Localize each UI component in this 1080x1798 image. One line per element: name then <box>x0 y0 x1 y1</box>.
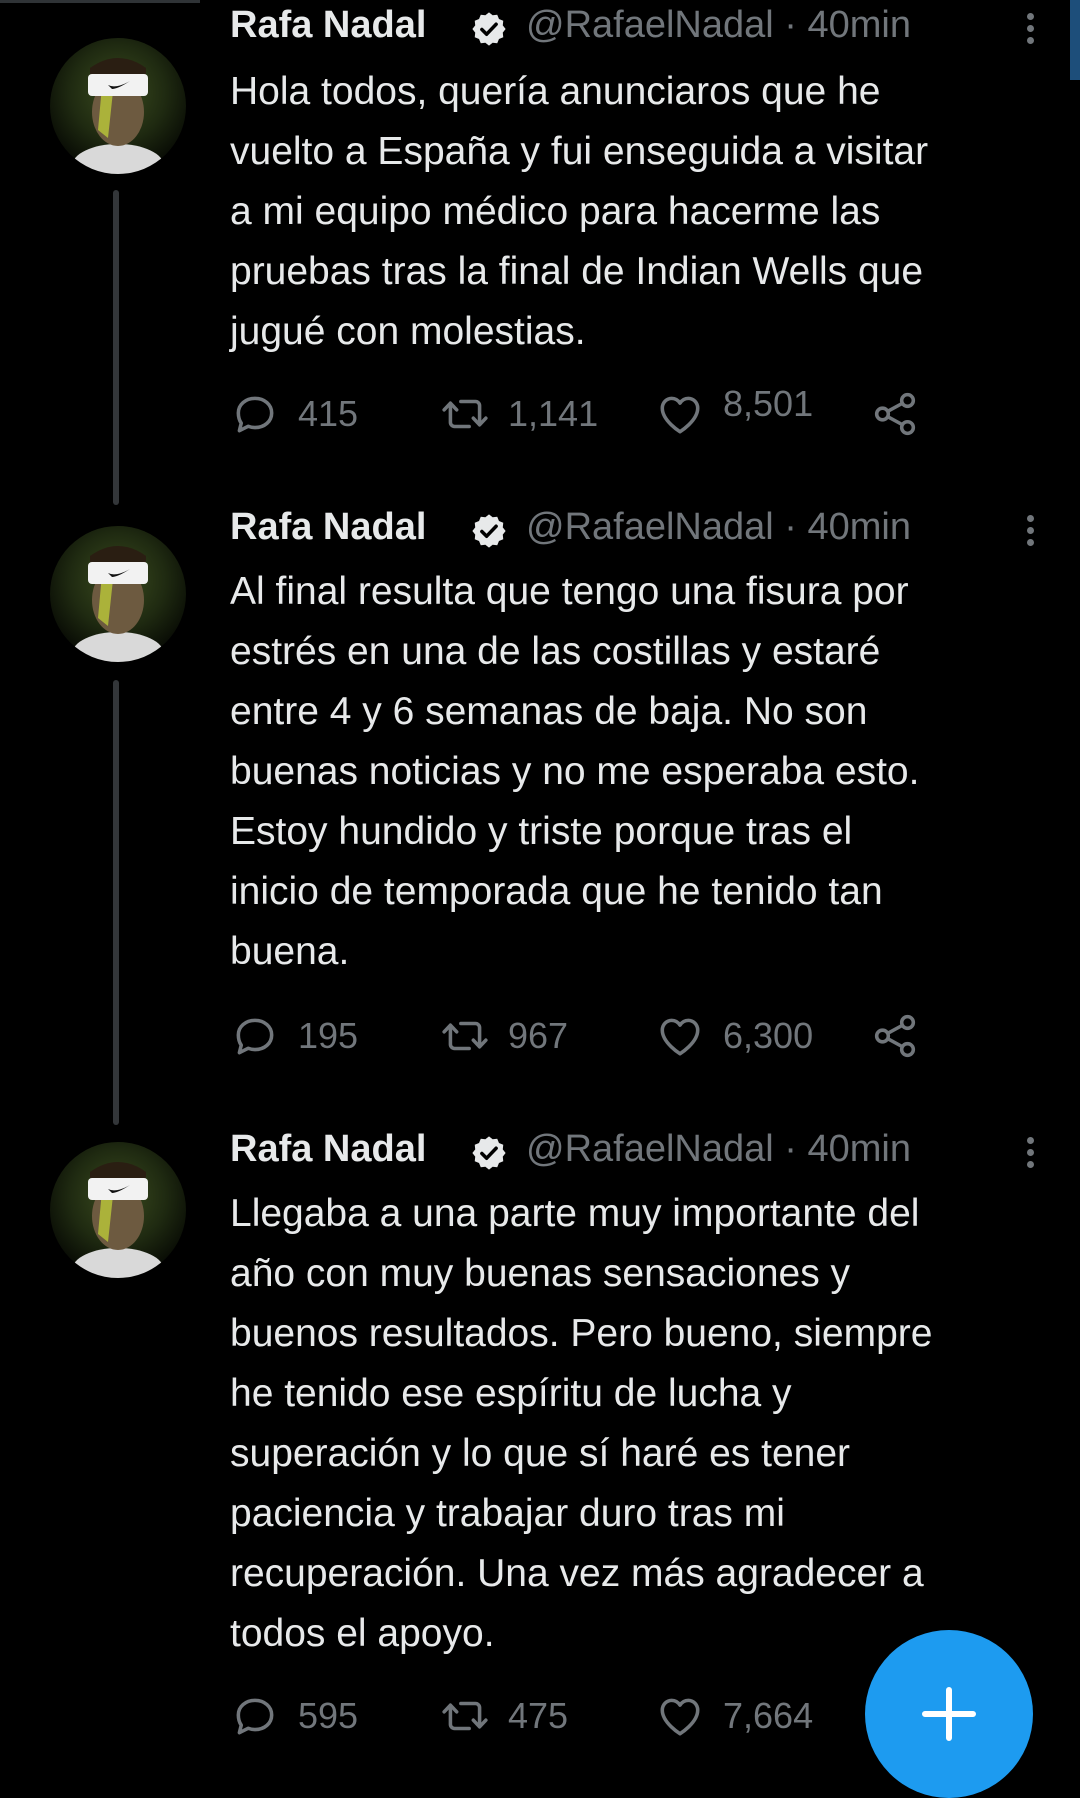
reply-icon <box>230 1691 280 1741</box>
verified-badge-icon <box>470 512 508 550</box>
author-handle-time[interactable]: @RafaelNadal · 40min <box>526 506 911 549</box>
reply-button[interactable]: 595 <box>230 1686 358 1746</box>
reply-button[interactable]: 195 <box>230 1006 358 1066</box>
retweet-icon <box>440 1691 490 1741</box>
heart-icon <box>655 1011 705 1061</box>
retweet-button[interactable]: 475 <box>440 1686 568 1746</box>
reply-icon <box>230 1011 280 1061</box>
verified-badge-icon <box>470 10 508 48</box>
tweet-text: Llegaba a una parte muy importante del a… <box>230 1192 933 1655</box>
like-count: 8,501 <box>723 383 814 424</box>
reply-count: 195 <box>298 1015 359 1056</box>
thread-line <box>113 190 119 505</box>
retweet-count: 475 <box>508 1695 569 1736</box>
compose-tweet-button[interactable] <box>865 1630 1033 1798</box>
tweet-actions: 415 1,141 8,501 <box>230 383 1030 444</box>
tweet-text: Al final resulta que tengo una fisura po… <box>230 570 920 973</box>
author-name[interactable]: Rafa Nadal <box>230 1128 426 1171</box>
retweet-icon <box>440 1011 490 1061</box>
verified-badge-icon <box>470 1134 508 1172</box>
like-count: 7,664 <box>723 1695 814 1736</box>
avatar[interactable] <box>50 1142 186 1278</box>
scrollbar[interactable] <box>1070 0 1080 80</box>
tweet-header: Rafa Nadal @RafaelNadal · 40min <box>230 506 1040 556</box>
more-options-icon[interactable] <box>1020 512 1040 552</box>
share-icon <box>870 1011 920 1061</box>
tweet-text: Hola todos, quería anunciaros que he vue… <box>230 70 929 353</box>
plus-icon <box>922 1687 976 1741</box>
avatar[interactable] <box>50 38 186 174</box>
like-button[interactable]: 8,501 <box>655 374 813 434</box>
author-name[interactable]: Rafa Nadal <box>230 4 426 47</box>
retweet-button[interactable]: 1,141 <box>440 384 598 444</box>
share-button[interactable] <box>870 384 938 444</box>
author-name[interactable]: Rafa Nadal <box>230 506 426 549</box>
like-button[interactable]: 7,664 <box>655 1686 813 1746</box>
like-button[interactable]: 6,300 <box>655 1006 813 1066</box>
share-button[interactable] <box>870 1006 938 1066</box>
retweet-count: 967 <box>508 1015 569 1056</box>
reply-icon <box>230 389 280 439</box>
avatar[interactable] <box>50 526 186 662</box>
retweet-button[interactable]: 967 <box>440 1006 568 1066</box>
reply-button[interactable]: 415 <box>230 384 358 444</box>
author-handle-time[interactable]: @RafaelNadal · 40min <box>526 1128 911 1171</box>
reply-count: 415 <box>298 393 359 434</box>
author-handle-time[interactable]: @RafaelNadal · 40min <box>526 4 911 47</box>
share-icon <box>870 389 920 439</box>
heart-icon <box>655 389 705 439</box>
thread-line <box>113 680 119 1125</box>
like-count: 6,300 <box>723 1015 814 1056</box>
retweet-icon <box>440 389 490 439</box>
more-options-icon[interactable] <box>1020 1134 1040 1174</box>
tweet-header: Rafa Nadal @RafaelNadal · 40min <box>230 1128 1040 1178</box>
retweet-count: 1,141 <box>508 393 599 434</box>
heart-icon <box>655 1691 705 1741</box>
more-options-icon[interactable] <box>1020 10 1040 50</box>
reply-count: 595 <box>298 1695 359 1736</box>
tweet-actions: 195 967 6,300 <box>230 1006 1030 1066</box>
tweet-header: Rafa Nadal @RafaelNadal · 40min <box>230 4 1040 54</box>
top-divider <box>0 0 200 3</box>
